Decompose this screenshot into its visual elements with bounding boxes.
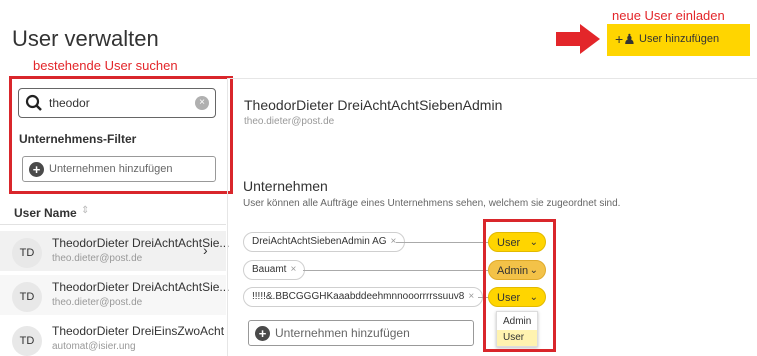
user-list-item-email: automat@isier.ung (52, 341, 136, 352)
companies-section-description: User können alle Aufträge eines Unterneh… (243, 198, 621, 209)
clear-icon[interactable]: × (195, 96, 209, 110)
annotation-search: bestehende User suchen (33, 58, 178, 73)
remove-icon[interactable]: × (290, 264, 296, 275)
add-company-filter-button[interactable]: + Unternehmen hinzufügen (22, 156, 216, 182)
search-value: theodor (49, 96, 90, 110)
user-name-column-header[interactable]: User Name (14, 206, 77, 220)
search-input[interactable]: theodor × (18, 88, 216, 118)
detail-user-email: theo.dieter@post.de (244, 116, 335, 127)
add-user-button[interactable]: +♟ User hinzufügen (607, 24, 750, 56)
companies-section-title: Unternehmen (243, 178, 328, 194)
company-tag-label: Bauamt (252, 264, 287, 275)
sort-icon[interactable]: ⇕ (81, 205, 89, 216)
highlight-roles-box (483, 219, 556, 352)
detail-user-name: TheodorDieter DreiAchtAchtSiebenAdmin (244, 97, 503, 113)
arrow-icon (556, 24, 600, 54)
avatar: TD (12, 238, 42, 268)
add-company-filter-label: Unternehmen hinzufügen (49, 163, 173, 175)
user-list-item[interactable]: TD TheodorDieter DreiAchtAchtSie... theo… (0, 231, 229, 271)
user-list-item-email: theo.dieter@post.de (52, 297, 143, 308)
company-tag-label: !!!!!&.BBCGGGHKaaabddeehmnnooorrrrssuuv8 (252, 291, 465, 302)
connector-line (396, 242, 488, 243)
company-tag: !!!!!&.BBCGGGHKaaabddeehmnnooorrrrssuuv8… (243, 287, 484, 307)
company-filter-label: Unternehmens-Filter (19, 132, 137, 146)
add-company-label: Unternehmen hinzufügen (275, 326, 410, 340)
user-list-item[interactable]: TD TheodorDieter DreiEinsZwoAcht automat… (0, 319, 226, 356)
list-divider (0, 224, 226, 225)
add-company-button[interactable]: + Unternehmen hinzufügen (248, 320, 474, 346)
chevron-right-icon: › (203, 242, 208, 258)
avatar: TD (12, 282, 42, 312)
user-list-item-name: TheodorDieter DreiEinsZwoAcht (52, 324, 225, 338)
page-title: User verwalten (12, 26, 159, 51)
company-tag: DreiAchtAchtSiebenAdmin AG × (243, 232, 406, 252)
panel-divider (227, 78, 228, 356)
company-tag: Bauamt × (243, 260, 306, 280)
connector-line (303, 270, 488, 271)
annotation-invite: neue User einladen (612, 8, 725, 23)
user-list-item-email: theo.dieter@post.de (52, 253, 143, 264)
user-list-item[interactable]: TD TheodorDieter DreiAchtAchtSie... theo… (0, 275, 230, 315)
company-tag-label: DreiAchtAchtSiebenAdmin AG (252, 236, 387, 247)
add-user-button-label: User hinzufügen (639, 33, 720, 45)
search-icon (25, 94, 42, 111)
header-divider (228, 78, 757, 79)
avatar: TD (12, 326, 42, 356)
add-user-icon: +♟ (615, 31, 636, 47)
plus-icon: + (255, 326, 270, 341)
plus-icon: + (29, 162, 44, 177)
remove-icon[interactable]: × (468, 291, 474, 302)
user-list-item-name: TheodorDieter DreiAchtAchtSie... (52, 280, 230, 294)
